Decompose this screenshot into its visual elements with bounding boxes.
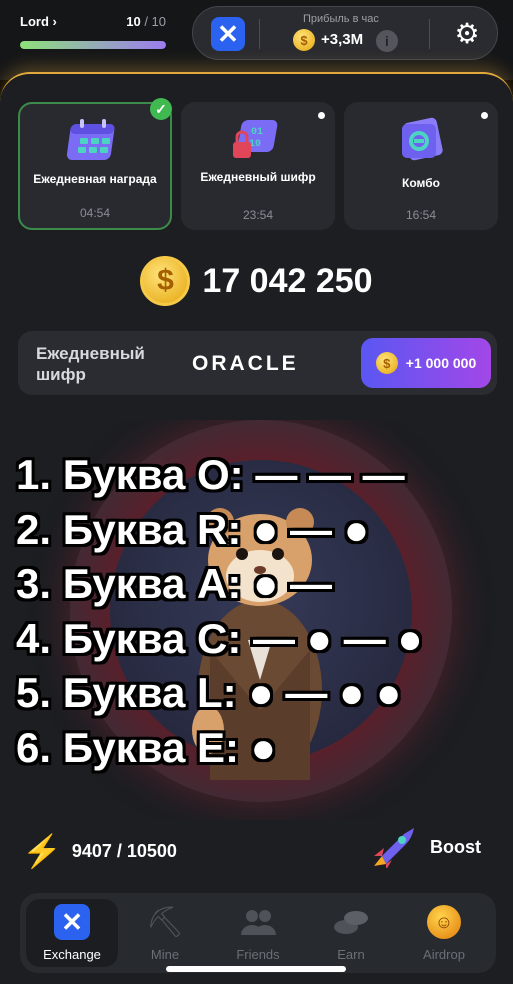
level-counter: 10 / 10 <box>126 14 166 29</box>
energy: ⚡ 9407 / 10500 <box>22 832 177 870</box>
cipher-bar: Ежедневный шифр ORACLE $ +1 000 000 <box>18 331 497 395</box>
settings-gear-icon[interactable]: ⚙ <box>449 16 485 52</box>
balance: $ 17 042 250 <box>0 256 513 306</box>
svg-text:01: 01 <box>251 127 263 138</box>
cipher-label: Ежедневный шифр <box>36 344 145 384</box>
morse-line: 1. Буква O: — — — <box>16 451 405 498</box>
nav-label: Exchange <box>43 947 101 962</box>
energy-value: 9407 / 10500 <box>71 840 177 861</box>
nav-exchange[interactable]: ✕ Exchange <box>26 899 118 967</box>
coin-icon: $ <box>293 29 315 51</box>
card-combo[interactable]: Комбо 16:54 <box>344 102 498 230</box>
calendar-icon <box>66 118 124 164</box>
nav-friends[interactable]: Friends <box>212 899 304 967</box>
nav-airdrop[interactable]: ☺ Airdrop <box>398 899 490 967</box>
level-bar-fill <box>20 41 166 49</box>
lightning-icon: ⚡ <box>22 833 62 869</box>
airdrop-icon: ☺ <box>424 903 464 941</box>
nav-label: Friends <box>236 947 280 962</box>
friends-icon <box>238 903 278 941</box>
level-bar <box>20 41 166 49</box>
profit-value: +3,3M <box>321 31 364 48</box>
notification-dot <box>318 112 325 119</box>
coin-icon: $ <box>140 256 191 306</box>
morse-line: 5. Буква L: ● — ● ● <box>16 669 402 716</box>
pickaxe-icon: ⛏ <box>145 905 185 939</box>
exchange-icon: ✕ <box>52 903 92 941</box>
nav-label: Airdrop <box>423 947 465 962</box>
nav-label: Earn <box>337 947 365 962</box>
morse-line: 4. Буква C: — ● — ● <box>16 614 423 662</box>
morse-line: 2. Буква R: ● — ● <box>16 505 370 553</box>
card-daily-reward[interactable]: ✓ Ежедневная награда 04:54 <box>18 98 172 230</box>
nav-label: Mine <box>150 947 180 962</box>
card-daily-cipher[interactable]: 01 10 Ежедневный шифр 23:54 <box>181 102 335 230</box>
cipher-reward-button[interactable]: $ +1 000 000 <box>361 338 491 388</box>
profit-label: Прибыль в час <box>303 13 379 25</box>
cipher-lock-icon: 01 10 <box>229 116 287 162</box>
card-timer: 16:54 <box>405 208 437 222</box>
rank-label[interactable]: Lord › <box>20 14 57 29</box>
info-icon[interactable]: i <box>376 30 398 52</box>
morse-line: 3. Буква A: ● — <box>16 560 333 607</box>
card-timer: 04:54 <box>79 206 111 220</box>
card-title: Ежедневный шифр <box>200 170 316 184</box>
morse-line: 6. Буква E: ● <box>16 723 277 771</box>
coin-icon: $ <box>375 352 398 374</box>
combo-card-icon <box>392 116 450 162</box>
rocket-icon <box>374 828 414 868</box>
cipher-reward-value: +1 000 000 <box>405 355 477 371</box>
cipher-word: ORACLE <box>192 352 299 375</box>
boost-label: Boost <box>430 836 481 857</box>
top-bar: Lord › 10 / 10 ✕ Прибыль в час $ +3,3M i… <box>0 0 513 80</box>
profit-panel: ✕ Прибыль в час $ +3,3M i ⚙ <box>192 6 498 60</box>
card-timer: 23:54 <box>242 208 274 222</box>
balance-value: 17 042 250 <box>202 261 373 300</box>
level-progress[interactable]: Lord › 10 / 10 <box>20 14 166 49</box>
home-indicator <box>166 966 346 972</box>
card-title: Ежедневная награда <box>33 172 157 186</box>
exchange-logo-icon[interactable]: ✕ <box>211 17 245 51</box>
coins-icon <box>331 903 371 941</box>
notification-dot <box>481 112 488 119</box>
morse-hint-overlay: 1. Буква O: — — — 2. Буква R: ● — ● 3. Б… <box>16 448 506 775</box>
nav-earn[interactable]: Earn <box>305 899 397 967</box>
card-title: Комбо <box>402 176 440 190</box>
boost-button[interactable]: Boost <box>370 826 481 868</box>
bottom-nav: ✕ Exchange ⛏ Mine Friends Earn ☺ Airdrop <box>20 893 496 973</box>
nav-mine[interactable]: ⛏ Mine <box>119 899 211 967</box>
check-icon: ✓ <box>150 98 172 120</box>
